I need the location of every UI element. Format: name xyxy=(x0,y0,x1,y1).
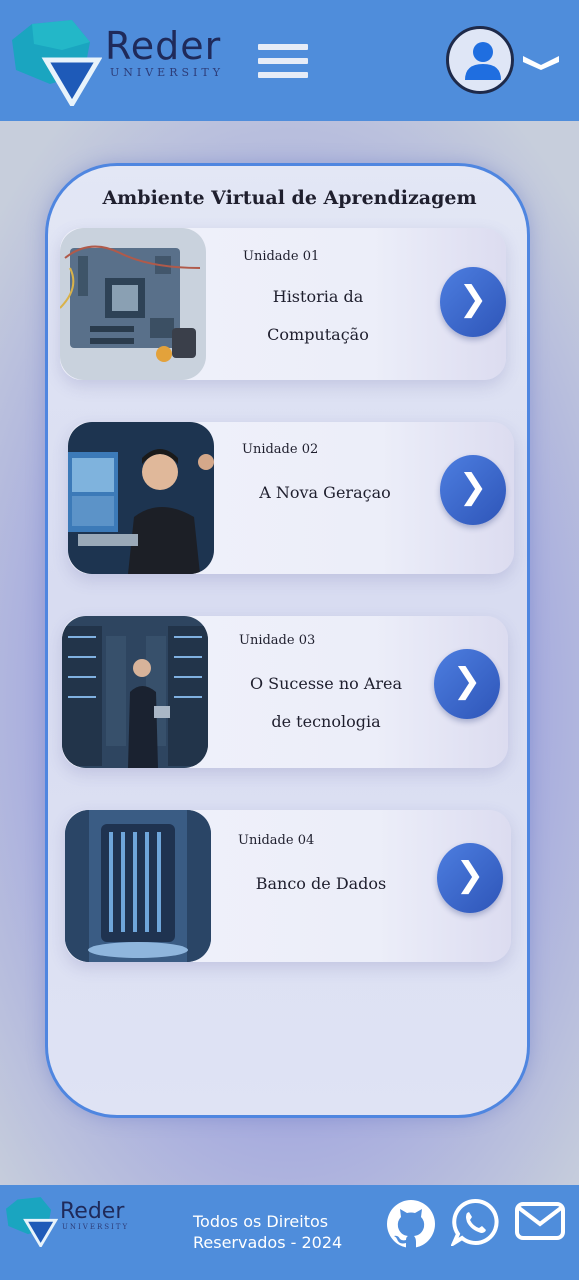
chevron-right-icon: ❯ xyxy=(455,855,485,895)
brand-name: Reder xyxy=(105,24,222,68)
page-title: Ambiente Virtual de Aprendizagem xyxy=(102,187,477,209)
header: Reder UNIVERSITY xyxy=(0,0,579,121)
unit-label: Unidade 03 xyxy=(239,633,316,648)
hamburger-menu-icon[interactable] xyxy=(258,44,308,84)
chevron-right-icon: ❯ xyxy=(458,467,488,507)
open-unit-button[interactable]: ❯ xyxy=(434,649,500,719)
open-unit-button[interactable]: ❯ xyxy=(437,843,503,913)
unit-title-line: Computação xyxy=(267,325,369,344)
unit-label: Unidade 01 xyxy=(243,249,320,264)
avatar-button[interactable] xyxy=(446,26,514,94)
unit-title: O Sucesse no Area de tecnologia xyxy=(238,665,414,741)
open-unit-button[interactable]: ❯ xyxy=(440,455,506,525)
unit-title-line: A Nova Geraçao xyxy=(259,483,391,502)
unit-label: Unidade 04 xyxy=(238,833,315,848)
footer-brand-subtitle: UNIVERSITY xyxy=(62,1223,130,1231)
unit-title-line: de tecnologia xyxy=(271,712,381,731)
unit-title: Banco de Dados xyxy=(232,865,410,903)
copyright-line: Reservados - 2024 xyxy=(193,1233,343,1252)
copyright-line: Todos os Direitos xyxy=(193,1212,329,1231)
unit-title: A Nova Geraçao xyxy=(236,474,414,512)
footer: Reder UNIVERSITY Todos os Direitos Reser… xyxy=(0,1185,579,1280)
logo-icon[interactable] xyxy=(6,1197,58,1247)
logo-icon[interactable] xyxy=(12,20,102,106)
unit-title: Historia da Computação xyxy=(230,278,406,354)
chevron-right-icon: ❯ xyxy=(452,661,482,701)
brand-subtitle: UNIVERSITY xyxy=(110,66,224,79)
server-tower-image xyxy=(65,810,211,962)
open-unit-button[interactable]: ❯ xyxy=(440,267,506,337)
whatsapp-icon[interactable] xyxy=(451,1198,499,1246)
footer-brand-name: Reder xyxy=(60,1199,125,1224)
mail-icon[interactable] xyxy=(515,1202,565,1240)
unit-title-line: O Sucesse no Area xyxy=(249,674,403,693)
unit-label: Unidade 02 xyxy=(242,442,319,457)
github-icon[interactable] xyxy=(386,1199,436,1249)
datacenter-woman-image xyxy=(62,616,208,768)
unit-title-line: Banco de Dados xyxy=(255,874,387,893)
unit-title-line: Historia da xyxy=(272,287,364,306)
chevron-right-icon: ❯ xyxy=(458,279,488,319)
user-icon xyxy=(465,42,501,80)
copyright-text: Todos os Direitos Reservados - 2024 xyxy=(193,1211,373,1253)
student-computer-image xyxy=(68,422,214,574)
chevron-down-icon[interactable] xyxy=(521,52,561,70)
circuit-board-image xyxy=(60,228,206,380)
